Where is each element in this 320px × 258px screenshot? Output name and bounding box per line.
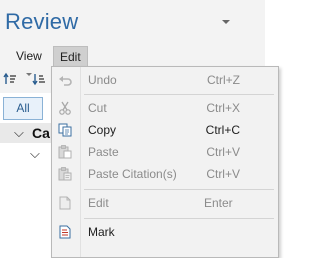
chevron-down-icon[interactable]: ⌵ — [14, 125, 24, 141]
paste-icon — [58, 145, 72, 159]
menu-item-shortcut: Ctrl+X — [206, 101, 240, 115]
menu-item-undo[interactable]: Undo Ctrl+Z — [52, 70, 278, 90]
menu-item-shortcut: Ctrl+C — [205, 123, 240, 137]
menu-item-label: Mark — [88, 225, 115, 239]
chevron-down-icon[interactable]: ⌵ — [30, 146, 40, 162]
menu-separator — [84, 189, 274, 190]
menu-view[interactable]: View — [10, 46, 48, 67]
sort-ascending-icon[interactable] — [3, 72, 17, 86]
menu-item-label: Copy — [88, 123, 117, 137]
sort-descending-icon[interactable] — [32, 72, 46, 86]
menu-item-shortcut: Ctrl+Z — [207, 73, 240, 87]
menu-item-shortcut: Ctrl+V — [206, 145, 240, 159]
chevron-down-icon[interactable] — [222, 20, 230, 24]
app-title: Review — [5, 9, 79, 34]
menu-separator — [84, 94, 274, 95]
menu-item-label: Cut — [88, 101, 107, 115]
menu-item-cut[interactable]: Cut Ctrl+X — [52, 98, 278, 118]
menu-item-shortcut: Enter — [204, 196, 233, 210]
menu-item-label: Undo — [88, 73, 117, 87]
mark-icon — [59, 225, 71, 239]
menu-item-mark[interactable]: Mark — [52, 222, 278, 242]
title-bar: Review — [0, 0, 265, 46]
menu-item-label: Edit — [88, 196, 109, 210]
paste-citation-icon — [58, 167, 72, 181]
menu-edit[interactable]: Edit — [53, 46, 88, 67]
menu-item-shortcut: Ctrl+V — [206, 167, 240, 181]
menu-separator — [84, 218, 274, 219]
undo-icon — [59, 76, 72, 86]
menu-item-label: Paste Citation(s) — [88, 167, 177, 181]
menu-item-edit[interactable]: Edit Enter — [52, 193, 278, 213]
copy-icon — [58, 123, 72, 137]
menu-item-label: Paste — [88, 145, 119, 159]
menu-item-copy[interactable]: Copy Ctrl+C — [52, 120, 278, 140]
filter-all-tab[interactable]: All — [3, 97, 43, 120]
cut-icon — [59, 101, 71, 115]
edit-icon — [59, 196, 71, 210]
menu-bar: View Edit — [0, 46, 265, 67]
tree-row-label: Ca — [32, 125, 50, 141]
menu-item-paste-citations[interactable]: Paste Citation(s) Ctrl+V — [52, 164, 278, 184]
edit-menu: Undo Ctrl+Z Cut Ctrl+X Copy Ctrl+C Paste… — [51, 66, 279, 258]
menu-item-paste[interactable]: Paste Ctrl+V — [52, 142, 278, 162]
